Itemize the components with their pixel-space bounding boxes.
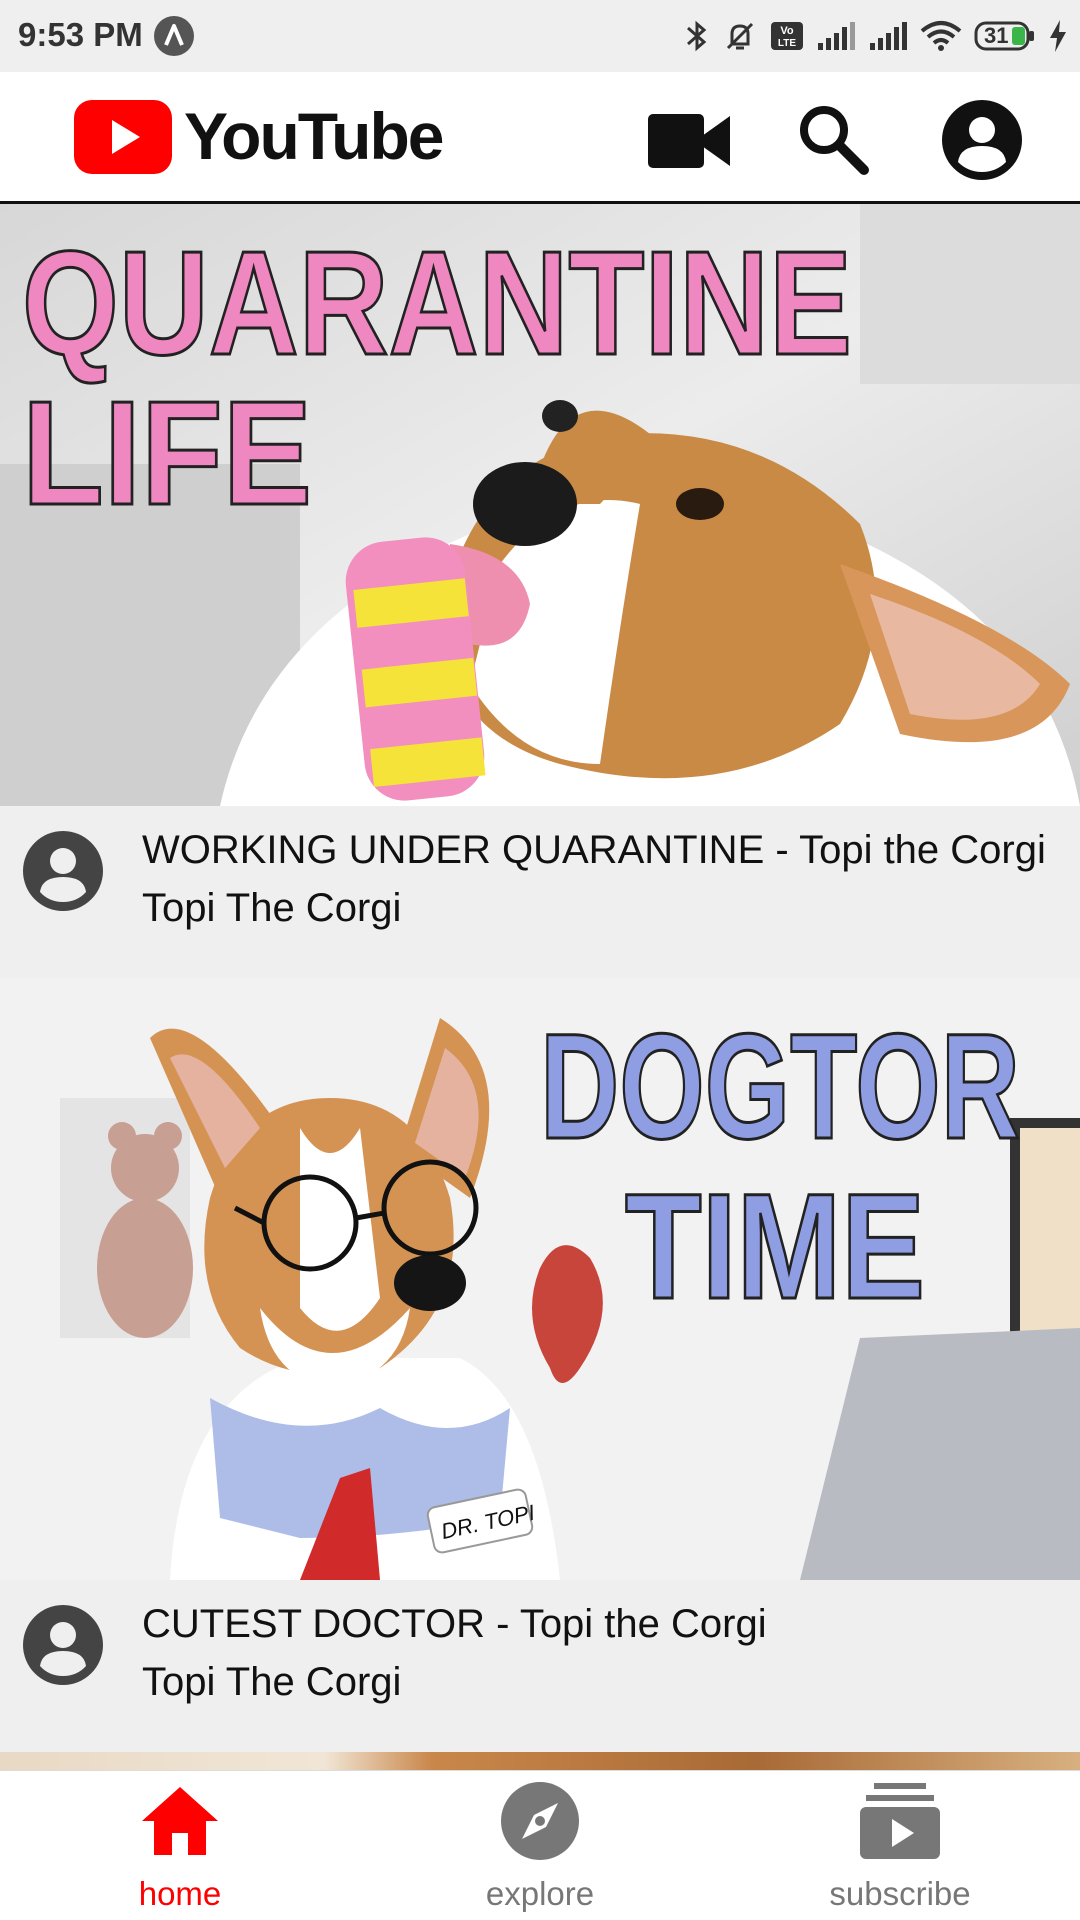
video-feed[interactable]: QUARANTINE LIFE WORKING UNDER QUARANTINE… — [0, 204, 1080, 1770]
nav-explore-label: explore — [485, 1875, 595, 1912]
app-title: YouTube — [184, 99, 445, 173]
app-bar: YouTube — [0, 72, 1080, 204]
nav-subscribe[interactable]: subscribe — [800, 1771, 1000, 1920]
mute-icon — [726, 22, 754, 50]
bluetooth-icon — [687, 20, 707, 52]
account-icon[interactable] — [940, 98, 1024, 182]
video-title[interactable]: CUTEST DOCTOR - Topi the Corgi — [142, 1602, 767, 1647]
wifi-icon — [920, 21, 962, 51]
video-meta[interactable]: WORKING UNDER QUARANTINE - Topi the Corg… — [0, 806, 1080, 978]
channel-name[interactable]: Topi The Corgi — [142, 1660, 401, 1705]
channel-name[interactable]: Topi The Corgi — [142, 886, 401, 931]
video-title[interactable]: WORKING UNDER QUARANTINE - Topi the Corg… — [142, 828, 1046, 873]
thumbnail-text-line-2: LIFE — [22, 371, 312, 536]
nav-home-label: home — [138, 1875, 222, 1912]
channel-avatar-icon[interactable] — [22, 830, 104, 912]
thumbnail-text-line-1: QUARANTINE — [22, 221, 852, 386]
battery-icon: 31 — [974, 21, 1036, 51]
app-screen: 9:53 PM Vo LTE 31 YouTube QUARANTINE LIF… — [0, 0, 1080, 1920]
assistant-a-icon — [154, 16, 194, 56]
charging-icon — [1050, 20, 1066, 52]
video-camera-icon[interactable] — [646, 98, 730, 182]
signal-icon — [870, 22, 907, 50]
nav-explore[interactable]: explore — [440, 1771, 640, 1920]
subscriptions-icon — [860, 1783, 940, 1859]
channel-avatar-icon[interactable] — [22, 1604, 104, 1686]
compass-icon — [501, 1782, 579, 1860]
signal-icon — [818, 22, 855, 50]
thumbnail-text-line-2: TIME — [625, 1162, 925, 1330]
video-thumbnail-partial[interactable] — [0, 1752, 1080, 1770]
video-meta[interactable]: CUTEST DOCTOR - Topi the Corgi Topi The … — [0, 1580, 1080, 1752]
svg-text:LTE: LTE — [778, 38, 796, 49]
video-card[interactable]: DR. TOPI DOGTOR TIME CUTEST DOCTOR - Top… — [0, 978, 1080, 1752]
battery-level: 31 — [984, 23, 1009, 48]
thumbnail-text-line-1: DOGTOR — [540, 1002, 1020, 1170]
video-thumbnail[interactable]: DR. TOPI DOGTOR TIME — [0, 978, 1080, 1580]
status-bar: 9:53 PM Vo LTE 31 — [0, 0, 1080, 72]
nav-home[interactable]: home — [80, 1771, 280, 1920]
status-icons: Vo LTE 31 — [684, 14, 1068, 58]
home-icon — [142, 1787, 218, 1855]
search-icon[interactable] — [792, 98, 876, 182]
nav-subscribe-label: subscribe — [829, 1875, 971, 1912]
volte-icon: Vo LTE — [771, 22, 803, 50]
youtube-logo-icon[interactable] — [74, 100, 172, 174]
video-thumbnail[interactable]: QUARANTINE LIFE — [0, 204, 1080, 806]
svg-text:Vo: Vo — [780, 25, 794, 37]
bottom-navigation: home explore subscribe — [0, 1770, 1080, 1920]
status-time: 9:53 PM — [18, 16, 143, 53]
video-card[interactable]: QUARANTINE LIFE WORKING UNDER QUARANTINE… — [0, 204, 1080, 978]
